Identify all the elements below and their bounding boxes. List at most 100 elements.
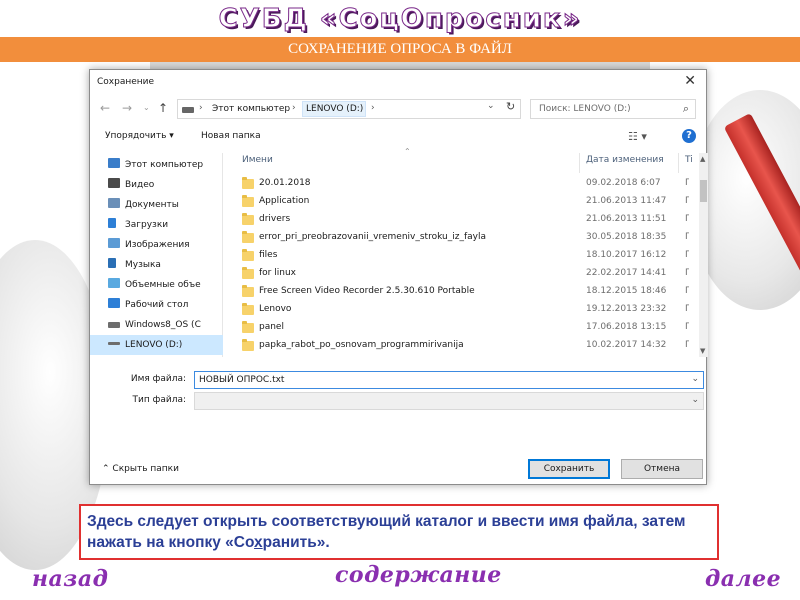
recent-dropdown-icon[interactable]: ⌄ [143, 103, 150, 112]
sort-caret-icon: ⌃ [404, 147, 411, 156]
sidebar-item-music[interactable]: Музыка [108, 255, 223, 275]
sidebar-item-drive-c[interactable]: Windows8_OS (C [108, 315, 223, 335]
column-header-name[interactable]: Имени [242, 155, 273, 165]
table-row[interactable]: panel 17.06.2018 13:15 П [234, 319, 689, 337]
file-date: 18.12.2015 18:46 [586, 286, 667, 296]
folder-icon [242, 339, 254, 351]
sidebar-item-video[interactable]: Видео [108, 175, 223, 195]
file-type: П [685, 196, 689, 206]
table-row[interactable]: error_pri_preobrazovanii_vremeniv_stroku… [234, 229, 689, 247]
address-bar[interactable]: › Этот компьютер › LENOVO (D:) › [177, 99, 521, 119]
drive-icon [108, 342, 120, 345]
file-type: П [685, 268, 689, 278]
table-row[interactable]: Application 21.06.2013 11:47 П [234, 193, 689, 211]
back-link[interactable]: назад [32, 566, 108, 592]
filename-input[interactable]: НОВЫЙ ОПРОС.txt ⌄ [194, 371, 704, 389]
folder-icon [242, 285, 254, 297]
toolbar: Упорядочить ▾ Новая папка ☷ ▾ ? [90, 126, 706, 150]
sidebar-item-documents[interactable]: Документы [108, 195, 223, 215]
chevron-down-icon[interactable]: ⌄ [487, 101, 495, 111]
search-input[interactable]: Поиск: LENOVO (D:) ⌕ [530, 99, 696, 119]
filetype-label: Тип файла: [132, 395, 186, 405]
help-icon[interactable]: ? [682, 129, 696, 143]
file-date: 17.06.2018 13:15 [586, 322, 667, 332]
table-row[interactable]: Lenovo 19.12.2013 23:32 П [234, 301, 689, 319]
save-button[interactable]: Сохранить [528, 459, 610, 479]
folder-icon [242, 213, 254, 225]
table-row[interactable]: Free Screen Video Recorder 2.5.30.610 Po… [234, 283, 689, 301]
table-row[interactable]: files 18.10.2017 16:12 П [234, 247, 689, 265]
back-arrow-icon[interactable]: ← [100, 101, 110, 115]
scroll-down-icon[interactable]: ▼ [700, 347, 705, 355]
file-date: 19.12.2013 23:32 [586, 304, 667, 314]
dialog-title: Сохранение [97, 77, 155, 87]
next-link[interactable]: далее [705, 566, 781, 592]
folder-icon [242, 177, 254, 189]
folder-icon [242, 195, 254, 207]
breadcrumb-item[interactable]: Этот компьютер [212, 104, 290, 114]
file-name: Free Screen Video Recorder 2.5.30.610 Po… [259, 286, 475, 296]
vertical-scrollbar[interactable]: ▲ ▼ [699, 153, 708, 357]
desktop-icon [108, 298, 120, 308]
column-divider[interactable] [579, 153, 580, 173]
pictures-icon [108, 238, 120, 248]
sidebar-item-downloads[interactable]: Загрузки [108, 215, 223, 235]
filetype-select[interactable]: ⌄ [194, 392, 704, 410]
scrollbar-thumb[interactable] [700, 180, 707, 202]
address-row: ← → ⌄ ↑ › Этот компьютер › LENOVO (D:) ›… [90, 98, 706, 122]
folder-icon [242, 303, 254, 315]
slide-title: СУБД «СоцОпросник» [218, 4, 582, 35]
up-arrow-icon[interactable]: ↑ [158, 101, 168, 115]
chevron-down-icon[interactable]: ⌄ [691, 374, 699, 384]
chevron-right-icon: › [292, 103, 296, 113]
file-type: П [685, 340, 689, 350]
sidebar-item-this-pc[interactable]: Этот компьютер [108, 155, 223, 175]
file-name: Application [259, 196, 310, 206]
column-header-type[interactable]: Ti [685, 155, 693, 165]
sidebar-item-drive-d[interactable]: LENOVO (D:) [90, 335, 223, 355]
folder-icon [242, 267, 254, 279]
file-name: panel [259, 322, 284, 332]
drive-icon [182, 107, 194, 113]
computer-icon [108, 158, 120, 168]
sidebar-item-desktop[interactable]: Рабочий стол [108, 295, 223, 315]
column-header-date[interactable]: Дата изменения [586, 155, 664, 165]
forward-arrow-icon[interactable]: → [122, 101, 132, 115]
organize-button[interactable]: Упорядочить ▾ [105, 131, 174, 141]
sidebar-item-3d-objects[interactable]: Объемные объе [108, 275, 223, 295]
refresh-icon[interactable]: ↻ [506, 100, 515, 113]
close-icon[interactable]: ✕ [684, 73, 696, 89]
file-date: 09.02.2018 6:07 [586, 178, 661, 188]
file-name: error_pri_preobrazovanii_vremeniv_stroku… [259, 232, 486, 242]
file-name: drivers [259, 214, 291, 224]
filename-label: Имя файла: [130, 374, 186, 384]
chevron-right-icon: › [371, 103, 375, 113]
sidebar-item-pictures[interactable]: Изображения [108, 235, 223, 255]
cancel-button[interactable]: Отмена [621, 459, 703, 479]
music-icon [108, 258, 116, 268]
file-name: files [259, 250, 278, 260]
search-placeholder: Поиск: LENOVO (D:) [539, 104, 631, 114]
video-icon [108, 178, 120, 188]
hide-folders-toggle[interactable]: ⌃ Скрыть папки [102, 464, 179, 474]
breadcrumb-item[interactable]: LENOVO (D:) [306, 104, 363, 114]
table-row[interactable]: 20.01.2018 09.02.2018 6:07 П [234, 175, 689, 193]
file-name: for linux [259, 268, 296, 278]
table-row[interactable]: drivers 21.06.2013 11:51 П [234, 211, 689, 229]
file-date: 21.06.2013 11:47 [586, 196, 667, 206]
filename-value: НОВЫЙ ОПРОС.txt [199, 375, 285, 385]
table-row[interactable]: papka_rabot_po_osnovam_programmirivanija… [234, 337, 689, 355]
save-dialog: Сохранение ✕ ← → ⌄ ↑ › Этот компьютер › … [89, 69, 708, 485]
new-folder-button[interactable]: Новая папка [201, 131, 261, 141]
scroll-up-icon[interactable]: ▲ [700, 155, 705, 163]
search-icon: ⌕ [682, 102, 689, 115]
view-options-icon[interactable]: ☷ ▾ [628, 130, 647, 143]
column-divider[interactable] [678, 153, 679, 173]
contents-link[interactable]: содержание [335, 562, 502, 588]
file-type: П [685, 178, 689, 188]
instruction-text: Здесь следует открыть соответствующий ка… [79, 504, 719, 560]
3d-objects-icon [108, 278, 120, 288]
folder-icon [242, 249, 254, 261]
chevron-down-icon[interactable]: ⌄ [691, 395, 699, 405]
table-row[interactable]: for linux 22.02.2017 14:41 П [234, 265, 689, 283]
